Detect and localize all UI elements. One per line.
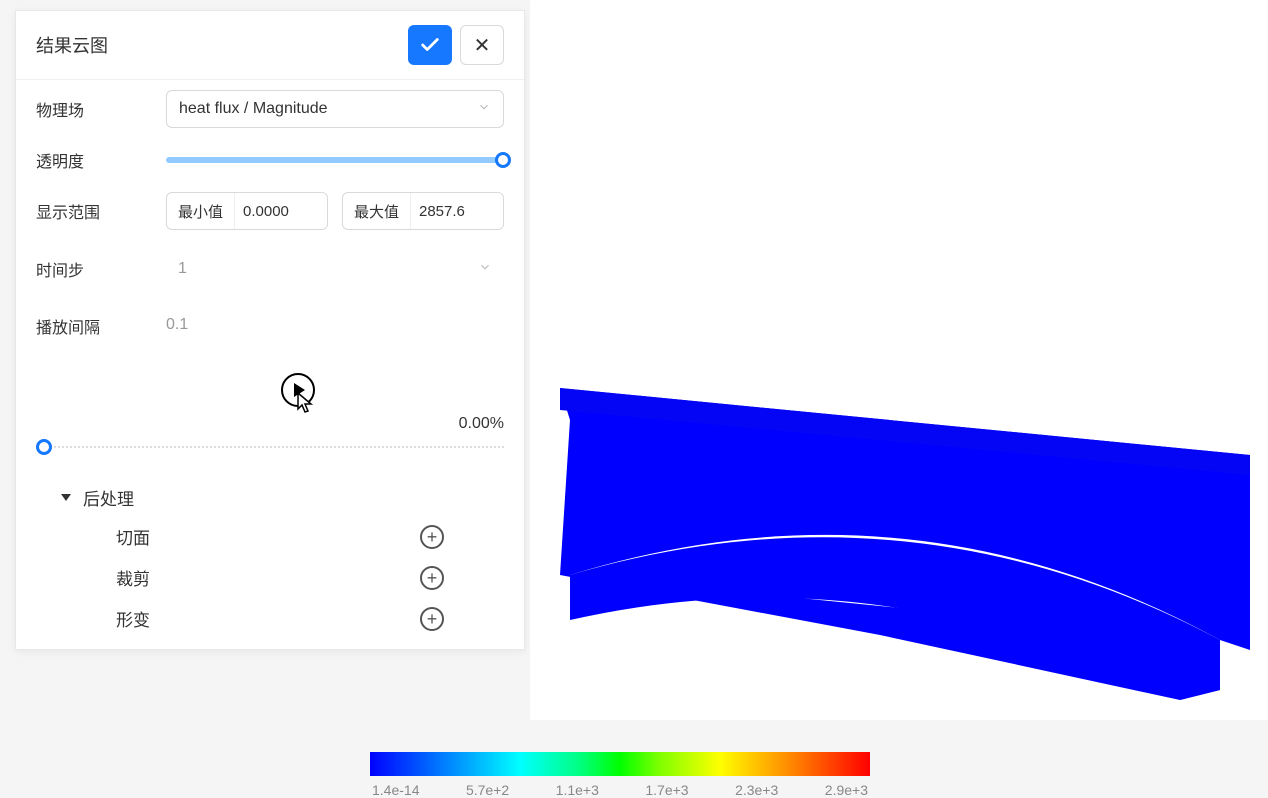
- colorbar-tick: 1.7e+3: [645, 782, 688, 798]
- opacity-slider[interactable]: [166, 157, 504, 163]
- progress-track: [46, 446, 504, 448]
- postprocess-tree: 后处理 切面 + 裁剪 + 形变 +: [16, 459, 524, 639]
- panel-header: 结果云图 ✕: [16, 11, 524, 80]
- colorbar-tick: 2.9e+3: [825, 782, 868, 798]
- range-inputs: 最小值 最大值: [166, 192, 504, 230]
- play-interval-input[interactable]: [166, 308, 504, 343]
- tree-item-label: 切面: [116, 524, 150, 549]
- max-input[interactable]: [411, 193, 503, 229]
- confirm-button[interactable]: [408, 25, 452, 65]
- tree-item-clip[interactable]: 裁剪 +: [61, 557, 504, 598]
- min-input[interactable]: [235, 193, 327, 229]
- plus-icon: +: [427, 569, 438, 587]
- close-button[interactable]: ✕: [460, 25, 504, 65]
- progress-handle[interactable]: [36, 439, 52, 455]
- display-range-label: 显示范围: [36, 199, 166, 223]
- colorbar-tick: 1.4e-14: [372, 782, 419, 798]
- tree-item-label: 形变: [116, 606, 150, 631]
- colorbar-tick: 1.1e+3: [556, 782, 599, 798]
- timestep-row: 时间步 1: [16, 240, 524, 298]
- max-label: 最大值: [343, 193, 411, 229]
- timestep-select[interactable]: 1: [166, 250, 504, 288]
- chevron-down-icon: [477, 100, 491, 119]
- colorbar-labels: 1.4e-14 5.7e+2 1.1e+3 1.7e+3 2.3e+3 2.9e…: [370, 782, 870, 798]
- tree-item-deform[interactable]: 形变 +: [61, 598, 504, 639]
- panel-title: 结果云图: [36, 32, 108, 58]
- caret-down-icon: [61, 494, 71, 501]
- header-actions: ✕: [408, 25, 504, 65]
- colorbar-gradient: [370, 752, 870, 776]
- result-contour-panel: 结果云图 ✕ 物理场 heat flux / Magnitude 透明度 显示范…: [15, 10, 525, 650]
- add-section-button[interactable]: +: [420, 525, 444, 549]
- colorbar-tick: 2.3e+3: [735, 782, 778, 798]
- progress-text: 0.00%: [16, 415, 524, 439]
- physical-field-row: 物理场 heat flux / Magnitude: [16, 80, 524, 138]
- min-label: 最小值: [167, 193, 235, 229]
- timestep-label: 时间步: [36, 257, 166, 281]
- chevron-down-icon: [478, 260, 492, 279]
- min-group: 最小值: [166, 192, 328, 230]
- opacity-row: 透明度: [16, 138, 524, 182]
- play-icon: [294, 383, 305, 397]
- add-clip-button[interactable]: +: [420, 566, 444, 590]
- play-interval-label: 播放间隔: [36, 314, 166, 338]
- plus-icon: +: [427, 610, 438, 628]
- physical-field-label: 物理场: [36, 97, 166, 121]
- play-button[interactable]: [281, 373, 315, 407]
- progress-slider[interactable]: [16, 439, 524, 459]
- tree-item-label: 裁剪: [116, 565, 150, 590]
- max-group: 最大值: [342, 192, 504, 230]
- tree-parent-label: 后处理: [83, 485, 134, 510]
- add-deform-button[interactable]: +: [420, 607, 444, 631]
- slider-track: [166, 157, 504, 163]
- model-mesh: [560, 380, 1250, 700]
- viewport-3d[interactable]: [530, 0, 1268, 720]
- play-interval-row: 播放间隔: [16, 298, 524, 353]
- opacity-label: 透明度: [36, 148, 166, 172]
- colorbar: 1.4e-14 5.7e+2 1.1e+3 1.7e+3 2.3e+3 2.9e…: [370, 752, 870, 798]
- close-icon: ✕: [474, 33, 491, 58]
- colorbar-tick: 5.7e+2: [466, 782, 509, 798]
- slider-handle[interactable]: [495, 152, 511, 168]
- physical-field-value: heat flux / Magnitude: [179, 100, 328, 118]
- physical-field-select[interactable]: heat flux / Magnitude: [166, 90, 504, 128]
- check-icon: [419, 34, 441, 56]
- tree-item-section[interactable]: 切面 +: [61, 516, 504, 557]
- tree-parent-postprocess[interactable]: 后处理: [61, 479, 504, 516]
- timestep-value: 1: [178, 260, 187, 278]
- display-range-row: 显示范围 最小值 最大值: [16, 182, 524, 240]
- plus-icon: +: [427, 528, 438, 546]
